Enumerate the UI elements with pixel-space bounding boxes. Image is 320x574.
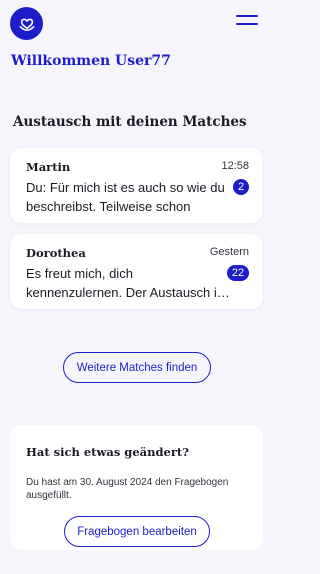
conversation-card[interactable]: Martin 12:58 Du: Für mich ist es auch so…: [10, 148, 263, 223]
contact-name: Martin: [26, 160, 71, 174]
menu-bar: [236, 15, 258, 17]
find-more-matches-button[interactable]: Weitere Matches finden: [63, 352, 211, 383]
message-time: 12:58: [221, 160, 249, 172]
app-logo[interactable]: [10, 7, 43, 40]
menu-bar: [236, 23, 258, 25]
message-time: Gestern: [209, 246, 249, 258]
hamburger-menu-icon[interactable]: [236, 13, 258, 27]
section-title-matches: Austausch mit deinen Matches: [13, 114, 247, 130]
card-title: Hat sich etwas geändert?: [26, 445, 189, 459]
message-preview: Du: Für mich ist es auch so wie du besch…: [26, 180, 225, 214]
conversation-card[interactable]: Dorothea Gestern Es freut mich, dich ken…: [10, 234, 263, 309]
questionnaire-card: Hat sich etwas geändert? Du hast am 30. …: [10, 425, 263, 550]
welcome-heading: Willkommen User77: [11, 53, 171, 69]
edit-questionnaire-button[interactable]: Fragebogen bearbeiten: [64, 516, 210, 547]
unread-badge: 2: [233, 179, 249, 195]
heart-smile-logo-icon: [19, 18, 34, 31]
contact-name: Dorothea: [26, 246, 86, 260]
questionnaire-info-text: Du hast am 30. August 2024 den Frageboge…: [26, 477, 229, 501]
message-preview: Es freut mich, dich kennenzulernen. Der …: [26, 266, 230, 300]
unread-badge: 22: [227, 265, 249, 281]
